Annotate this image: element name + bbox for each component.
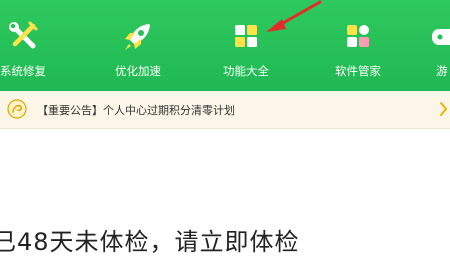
announcement-text[interactable]: 【重要公告】个人中心过期积分清零计划 — [37, 102, 235, 118]
tool-software-manager[interactable]: 软件管家 — [322, 0, 394, 91]
tool-optimize-speed[interactable]: 优化加速 — [103, 0, 173, 91]
tool-system-repair[interactable]: 系统修复 — [0, 0, 58, 91]
game-icon — [432, 29, 450, 45]
tool-label: 系统修复 — [0, 64, 46, 78]
announcement-tag: 【重要公告】 — [37, 104, 103, 117]
notice-swirl-icon — [7, 99, 27, 119]
tool-label: 功能大全 — [223, 64, 269, 78]
main-toolbar: 系统修复 优化加速 功能大全 软件管家 游 — [0, 0, 450, 91]
tool-label: 游 — [436, 64, 448, 78]
announcement-body: 个人中心过期积分清零计划 — [103, 104, 235, 117]
tool-games-partial[interactable]: 游 — [426, 0, 450, 91]
notice-more-icon[interactable] — [438, 101, 448, 117]
tool-label: 优化加速 — [115, 64, 161, 78]
rocket-icon — [125, 24, 150, 50]
wrench-screwdriver-icon — [9, 21, 38, 49]
announcement-bar[interactable]: 【重要公告】个人中心过期积分清零计划 — [0, 91, 450, 129]
tool-label: 软件管家 — [335, 64, 381, 78]
red-arrow-annotation — [266, 0, 322, 32]
software-blocks-icon — [347, 25, 369, 47]
